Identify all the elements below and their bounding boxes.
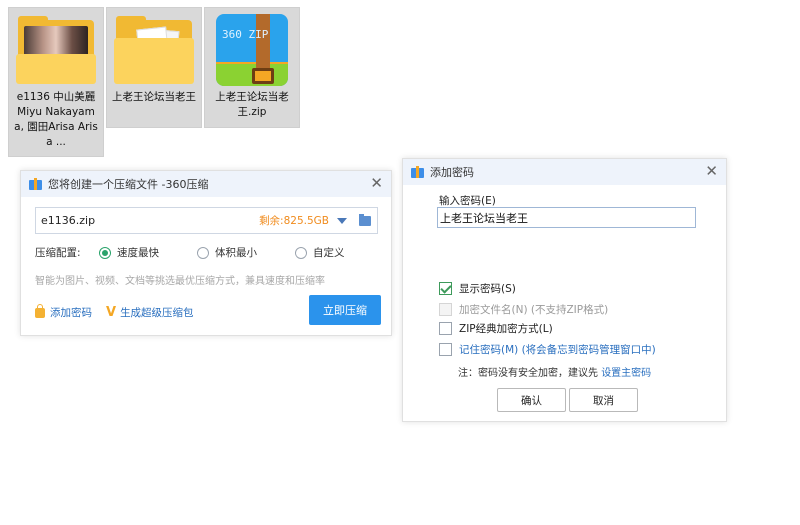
compress-actions: 添加密码 V 生成超级压缩包: [35, 303, 208, 320]
add-password-dialog: 添加密码 ✕ 输入密码(E) 显示密码(S) 加密文件名(N) (不支持ZIP格…: [402, 158, 727, 422]
desktop-item-label: e1136 中山美麗 Miyu Nakayama, 園田Arisa Arisa …: [14, 91, 98, 148]
lock-icon: [35, 303, 45, 318]
remember-password-label: 记住密码(M) (将会备忘到密码管理窗口中): [459, 344, 656, 356]
close-icon[interactable]: ✕: [370, 175, 383, 191]
password-input[interactable]: [437, 207, 696, 228]
super-archive-link[interactable]: V 生成超级压缩包: [106, 305, 194, 320]
add-password-link[interactable]: 添加密码: [35, 303, 92, 320]
desktop-item-photo-folder[interactable]: e1136 中山美麗 Miyu Nakayama, 園田Arisa Arisa …: [8, 7, 104, 157]
radio-icon[interactable]: [295, 246, 307, 259]
chevron-down-icon[interactable]: [337, 217, 347, 224]
zip-icon-label: 360 ZIP: [222, 28, 269, 41]
radio-icon[interactable]: [197, 246, 209, 259]
option-smallest[interactable]: 体积最小: [197, 245, 257, 260]
compress-dialog-title: 您将创建一个压缩文件 -360压缩: [48, 178, 209, 191]
checkbox-disabled-icon: [439, 303, 452, 316]
cancel-button[interactable]: 取消: [569, 388, 638, 412]
confirm-button[interactable]: 确认: [497, 388, 566, 412]
checkbox-icon[interactable]: [439, 343, 452, 356]
browse-folder-icon[interactable]: [359, 213, 371, 226]
super-archive-label: 生成超级压缩包: [120, 307, 194, 319]
360zip-app-icon: [29, 178, 42, 190]
desktop-item-label: 上老王论坛当老王.zip: [215, 91, 289, 118]
desktop-item-folder[interactable]: 上老王论坛当老王: [106, 7, 202, 128]
encrypt-filenames-label: 加密文件名(N) (不支持ZIP格式): [459, 304, 609, 316]
desktop: e1136 中山美麗 Miyu Nakayama, 園田Arisa Arisa …: [0, 0, 800, 525]
folder-icon: [114, 14, 194, 86]
radio-selected-icon[interactable]: [99, 246, 111, 259]
encrypt-filenames-checkbox: 加密文件名(N) (不支持ZIP格式): [439, 302, 608, 317]
compress-dialog-titlebar[interactable]: 您将创建一个压缩文件 -360压缩 ✕: [21, 171, 391, 197]
checkbox-checked-icon[interactable]: [439, 282, 452, 295]
archive-path-field[interactable]: e1136.zip 剩余:825.5GB: [35, 207, 378, 234]
option-label: 速度最快: [117, 247, 159, 259]
compress-now-button[interactable]: 立即压缩: [309, 295, 381, 325]
checkbox-icon[interactable]: [439, 322, 452, 335]
compress-hint: 智能为图片、视频、文档等挑选最优压缩方式，兼具速度和压缩率: [35, 276, 325, 287]
add-password-label: 添加密码: [50, 307, 92, 319]
set-master-password-link[interactable]: 设置主密码: [601, 368, 651, 379]
close-icon[interactable]: ✕: [705, 163, 718, 179]
zip-classic-encryption-checkbox[interactable]: ZIP经典加密方式(L): [439, 321, 553, 336]
zip-classic-label: ZIP经典加密方式(L): [459, 323, 553, 335]
desktop-item-zip[interactable]: 360 ZIP 上老王论坛当老王.zip: [204, 7, 300, 128]
v-badge-icon: V: [106, 305, 117, 320]
password-input-label: 输入密码(E): [439, 195, 496, 207]
free-space-label: 剩余:825.5GB: [259, 215, 329, 227]
option-label: 体积最小: [215, 247, 257, 259]
folder-icon: [16, 14, 96, 86]
compress-config-row: 压缩配置: 速度最快 体积最小 自定义: [35, 245, 345, 260]
password-note: 注：密码没有安全加密，建议先 设置主密码: [458, 364, 651, 379]
option-label: 自定义: [313, 247, 345, 259]
360zip-app-icon: [411, 166, 424, 178]
show-password-checkbox[interactable]: 显示密码(S): [439, 281, 516, 296]
archive-filename[interactable]: e1136.zip: [41, 214, 259, 227]
password-dialog-title: 添加密码: [430, 166, 474, 179]
note-text: 注：密码没有安全加密，建议先: [458, 368, 598, 379]
compress-config-label: 压缩配置:: [35, 247, 81, 259]
remember-password-checkbox[interactable]: 记住密码(M) (将会备忘到密码管理窗口中): [439, 342, 656, 357]
zip-archive-icon: 360 ZIP: [212, 14, 292, 86]
option-custom[interactable]: 自定义: [295, 245, 345, 260]
password-dialog-titlebar[interactable]: 添加密码 ✕: [403, 159, 726, 185]
desktop-item-label: 上老王论坛当老王: [112, 91, 196, 103]
option-fastest[interactable]: 速度最快: [99, 245, 159, 260]
compress-dialog: 您将创建一个压缩文件 -360压缩 ✕ e1136.zip 剩余:825.5GB…: [20, 170, 392, 336]
show-password-label: 显示密码(S): [459, 283, 516, 295]
